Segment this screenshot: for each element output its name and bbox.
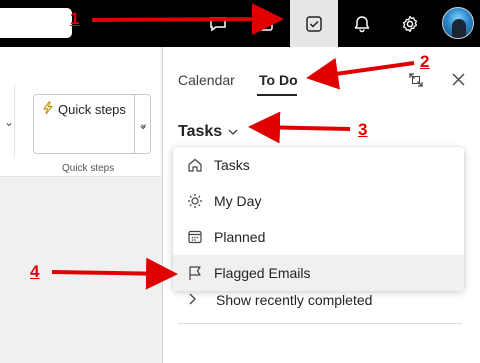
annotation-arrow-4 <box>51 257 178 290</box>
annotation-number: 2 <box>420 52 430 71</box>
annotation-arrows <box>51 3 415 290</box>
annotation-number: 3 <box>358 120 368 139</box>
annotation-number: 4 <box>30 262 40 281</box>
annotation-number: 1 <box>70 9 80 28</box>
annotation-arrow-1 <box>91 3 284 36</box>
annotation-arrow-3 <box>248 111 351 144</box>
annotation-arrow-2 <box>306 57 415 90</box>
